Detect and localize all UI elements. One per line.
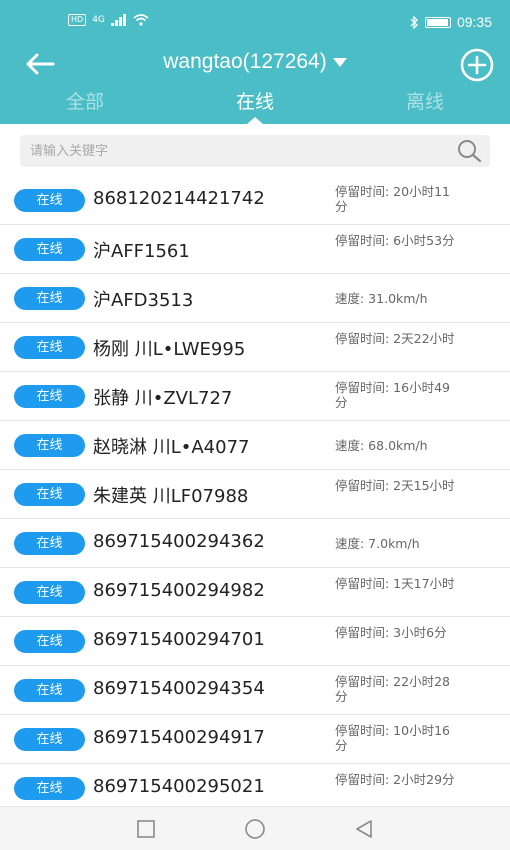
account-selector[interactable]: wangtao(127264) xyxy=(0,50,510,74)
device-info: 停留时间: 22小时28分 xyxy=(335,674,450,704)
device-info: 停留时间: 6小时53分 xyxy=(335,233,455,248)
device-name: 张静 川•ZVL727 xyxy=(93,388,233,409)
recent-apps-icon[interactable] xyxy=(134,817,158,841)
device-name: 869715400295021 xyxy=(93,776,265,797)
system-nav-bar xyxy=(0,806,510,850)
status-badge: 在线 xyxy=(14,728,85,751)
status-badge: 在线 xyxy=(14,189,85,212)
filter-tabs: 全部 在线 离线 xyxy=(0,86,510,125)
status-badge: 在线 xyxy=(14,336,85,359)
plus-circle-icon xyxy=(460,48,494,82)
app-header: HD 4G 09:35 wangtao(127264) 全部 在线 离线 xyxy=(0,0,510,125)
status-badge: 在线 xyxy=(14,238,85,261)
device-info: 速度: 7.0km/h xyxy=(335,536,420,551)
device-info: 停留时间: 1天17小时 xyxy=(335,576,455,591)
device-info: 停留时间: 2天15小时 xyxy=(335,478,455,493)
device-name: 杨刚 川L•LWE995 xyxy=(93,339,246,360)
status-badge: 在线 xyxy=(14,777,85,800)
device-name: 沪AFD3513 xyxy=(93,290,194,311)
signal-icon xyxy=(110,14,126,26)
list-item[interactable]: 在线 869715400294917 停留时间: 10小时16分 xyxy=(0,715,510,764)
tab-online[interactable]: 在线 xyxy=(170,86,340,125)
search-box xyxy=(20,135,490,167)
search-icon[interactable] xyxy=(456,139,482,163)
status-badge: 在线 xyxy=(14,434,85,457)
tab-all[interactable]: 全部 xyxy=(0,86,170,124)
hd-indicator: HD xyxy=(68,14,87,26)
device-info: 停留时间: 16小时49分 xyxy=(335,380,450,410)
battery-icon xyxy=(424,16,451,28)
device-name: 869715400294701 xyxy=(93,629,265,650)
list-item[interactable]: 在线 869715400294362 速度: 7.0km/h xyxy=(0,519,510,568)
device-list: 在线 868120214421742 停留时间: 20小时11分 在线 沪AFF… xyxy=(0,176,510,806)
home-icon[interactable] xyxy=(243,817,267,841)
search-input[interactable] xyxy=(30,135,450,167)
device-name: 869715400294917 xyxy=(93,727,265,748)
clock: 09:35 xyxy=(456,14,492,30)
list-item[interactable]: 在线 沪AFD3513 速度: 31.0km/h xyxy=(0,274,510,323)
list-item[interactable]: 在线 869715400295021 停留时间: 2小时29分 xyxy=(0,764,510,806)
list-item[interactable]: 在线 869715400294354 停留时间: 22小时28分 xyxy=(0,666,510,715)
list-item[interactable]: 在线 张静 川•ZVL727 停留时间: 16小时49分 xyxy=(0,372,510,421)
device-info: 停留时间: 2小时29分 xyxy=(335,772,455,787)
wifi-icon xyxy=(133,14,149,26)
list-item[interactable]: 在线 869715400294701 停留时间: 3小时6分 xyxy=(0,617,510,666)
page-title: wangtao(127264) xyxy=(163,50,327,73)
device-info: 停留时间: 10小时16分 xyxy=(335,723,450,753)
device-name: 朱建英 川LF07988 xyxy=(93,486,249,507)
status-badge: 在线 xyxy=(14,483,85,506)
title-row: wangtao(127264) xyxy=(0,44,510,84)
device-name: 869715400294362 xyxy=(93,531,265,552)
device-info: 停留时间: 2天22小时 xyxy=(335,331,455,346)
bluetooth-icon xyxy=(410,15,418,29)
add-button[interactable] xyxy=(460,48,494,82)
list-item[interactable]: 在线 沪AFF1561 停留时间: 6小时53分 xyxy=(0,225,510,274)
status-badge: 在线 xyxy=(14,532,85,555)
device-info: 速度: 68.0km/h xyxy=(335,438,428,453)
back-triangle-icon[interactable] xyxy=(352,817,376,841)
list-item[interactable]: 在线 869715400294982 停留时间: 1天17小时 xyxy=(0,568,510,617)
tab-offline[interactable]: 离线 xyxy=(340,86,510,124)
device-info: 速度: 31.0km/h xyxy=(335,291,428,306)
device-name: 赵晓淋 川L•A4077 xyxy=(93,437,250,458)
device-name: 869715400294982 xyxy=(93,580,265,601)
list-item[interactable]: 在线 868120214421742 停留时间: 20小时11分 xyxy=(0,176,510,225)
device-name: 869715400294354 xyxy=(93,678,265,699)
list-item[interactable]: 在线 朱建英 川LF07988 停留时间: 2天15小时 xyxy=(0,470,510,519)
list-item[interactable]: 在线 杨刚 川L•LWE995 停留时间: 2天22小时 xyxy=(0,323,510,372)
status-badge: 在线 xyxy=(14,287,85,310)
device-info: 停留时间: 3小时6分 xyxy=(335,625,447,640)
device-name: 沪AFF1561 xyxy=(93,241,190,262)
search-bar xyxy=(0,124,510,176)
network-label: 4G xyxy=(92,15,105,25)
status-badge: 在线 xyxy=(14,581,85,604)
caret-down-icon xyxy=(332,57,347,67)
status-badge: 在线 xyxy=(14,679,85,702)
device-info: 停留时间: 20小时11分 xyxy=(335,184,450,214)
status-badge: 在线 xyxy=(14,385,85,408)
status-badge: 在线 xyxy=(14,630,85,653)
list-item[interactable]: 在线 赵晓淋 川L•A4077 速度: 68.0km/h xyxy=(0,421,510,470)
status-bar: HD 4G 09:35 xyxy=(0,0,510,44)
device-name: 868120214421742 xyxy=(93,188,265,209)
